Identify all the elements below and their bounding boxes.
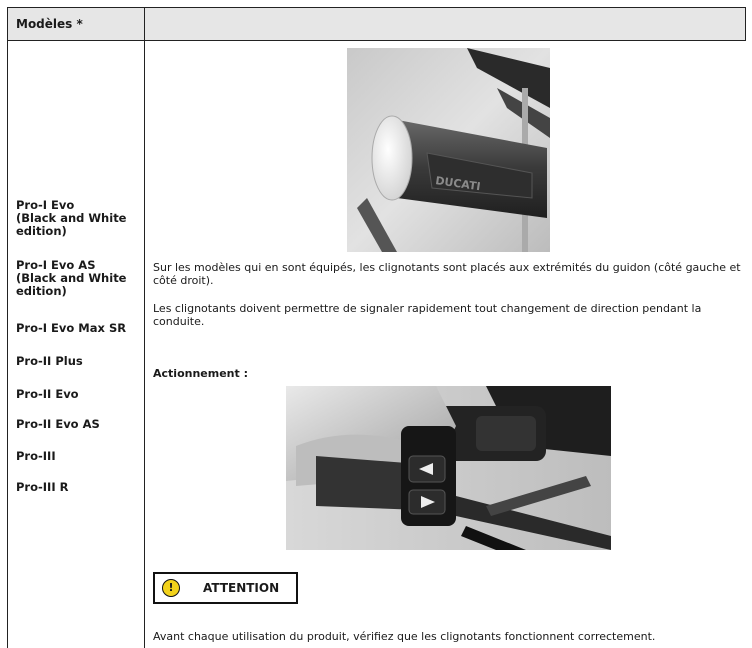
switch-photo-illustration [286, 386, 611, 550]
turn-signal-switch-photo [286, 386, 611, 550]
models-header: Modèles * [16, 17, 83, 31]
grip-turn-signal-photo: DUCATI [347, 48, 550, 252]
column-divider [144, 7, 145, 648]
model-item: Pro-I Evo AS (Black and White edition) [16, 258, 127, 298]
purpose-paragraph: Les clignotants doivent permettre de sig… [153, 302, 702, 328]
intro-paragraph: Sur les modèles qui en sont équipés, les… [153, 261, 741, 287]
header-cell-empty [144, 8, 745, 40]
model-item: Pro-I Evo Max SR [16, 321, 127, 335]
table-border-top [8, 7, 746, 8]
attention-label: ATTENTION [203, 581, 280, 595]
actuation-label: Actionnement : [153, 367, 248, 380]
table-border-left [7, 7, 8, 648]
model-item: Pro-II Evo [16, 387, 79, 401]
attention-warning-box: ! ATTENTION [153, 572, 298, 604]
model-item: Pro-II Evo AS [16, 417, 100, 431]
model-item: Pro-I Evo (Black and White edition) [16, 198, 127, 238]
spec-sheet: Modèles * Pro-I Evo (Black and White edi… [0, 0, 752, 648]
final-note: Avant chaque utilisation du produit, vér… [153, 630, 656, 643]
header-divider [8, 40, 746, 41]
grip-photo-illustration: DUCATI [347, 48, 550, 252]
model-item: Pro-III [16, 449, 56, 463]
model-item: Pro-II Plus [16, 354, 83, 368]
model-item: Pro-III R [16, 480, 69, 494]
table-border-right [745, 7, 746, 41]
header-cell-models: Modèles * [8, 8, 144, 40]
warning-icon: ! [162, 579, 180, 597]
